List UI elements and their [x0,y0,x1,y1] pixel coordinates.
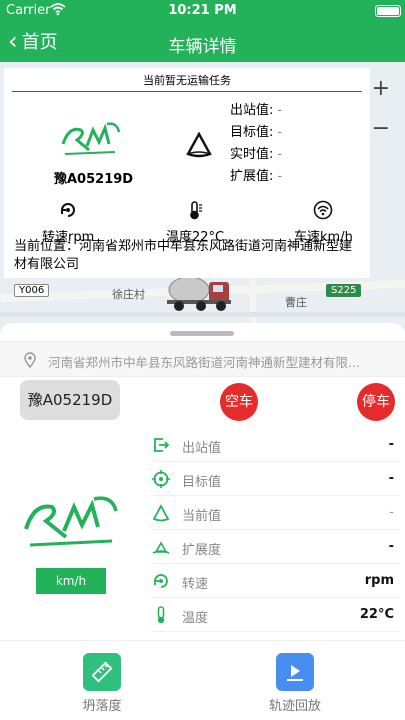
page-title: 车辆详情 [168,37,237,57]
row-label: 扩展度 [182,543,222,558]
value-text: - [277,125,283,140]
slump-cone-icon [152,504,170,526]
row-label: 转速 [182,577,209,592]
row-label: 目标值 [182,475,222,490]
road-sign-y006: Y006 [14,284,50,297]
vehicle-info-window: 当前暂无运输任务 豫A05219D 出站值: - 目标值: - 实时值: - 扩展值:… [4,68,370,278]
company-logo-icon [20,493,120,557]
address-text: 河南省郑州市中牟县东风路街道河南神通新型建材有限... [48,355,360,370]
row-value: - [388,437,394,452]
value-row: 扩展值: - [230,166,282,188]
target-icon [152,470,170,492]
value-label: 实时值: [230,147,274,162]
map-label-village: 徐庄村 [112,288,145,301]
address-bar: 河南省郑州市中牟县东风路街道河南神通新型建材有限... [0,341,405,377]
speed-signal-icon [294,200,353,224]
value-row: 目标值: - [230,122,282,144]
task-status: 当前暂无运输任务 [12,72,362,92]
rotation-icon [152,572,170,594]
row-current: 当前值 - [150,496,400,530]
plate-number: 豫A05219D [54,172,134,187]
map-label-village: 曹庄 [285,296,307,309]
value-row: 实时值: - [230,144,282,166]
row-temperature: 温度 22°C [150,598,400,632]
value-list: 出站值: - 目标值: - 实时值: - 扩展值: - [230,100,282,188]
current-location: 当前位置：河南省郑州市中牟县东风路街道河南神通新型建材有限公司 [14,239,353,272]
slump-label: 坍落度 [82,699,122,714]
playback-icon [276,653,314,691]
zoom-in-button[interactable]: + [372,76,390,101]
bottom-actions: 坍落度 轨迹回放 [0,640,405,720]
plate-button[interactable]: 豫A05219D [20,380,120,420]
thermometer-icon [166,200,224,224]
status-bar: Carrier 10:21 PM [0,0,405,22]
row-rotation: 转速 rpm [150,564,400,598]
row-value: - [388,539,394,554]
slump-cone-icon [186,131,212,162]
value-text: - [277,169,283,184]
slump-button[interactable]: 坍落度 [52,653,152,714]
speed-unit-tag: km/h [36,568,106,594]
row-label: 当前值 [182,509,222,524]
clock: 10:21 PM [168,3,237,18]
value-label: 目标值: [230,125,274,140]
row-label: 出站值 [182,441,222,456]
vehicle-detail-sheet: 河南省郑州市中牟县东风路街道河南神通新型建材有限... 豫A05219D 空车 … [0,323,405,720]
row-label: 温度 [182,611,209,626]
value-label: 扩展值: [230,169,274,184]
row-outbound: 出站值 - [150,428,400,462]
thermometer-icon [152,606,170,628]
zoom-out-button[interactable]: − [372,116,390,141]
exit-icon [152,436,170,458]
value-text: - [277,103,283,118]
road-sign-s225: S225 [326,284,362,297]
spread-icon [152,538,170,560]
location-pin-icon [24,352,36,372]
row-value: - [388,471,394,486]
vehicle-marker-icon[interactable] [165,272,235,316]
ruler-icon [83,653,121,691]
value-rows: 出站值 - 目标值 - 当前值 - 扩展度 - 转速 rpm 温度 22°C [150,428,400,632]
value-label: 出站值: [230,103,274,118]
stop-button[interactable]: 停车 [357,383,395,421]
value-text: - [277,147,283,162]
row-value: rpm [364,573,394,588]
value-row: 出站值: - [230,100,282,122]
rotation-icon [42,200,94,224]
nav-bar: ‹ 首页 车辆详情 [0,22,405,62]
row-value: 22°C [359,607,394,622]
battery-icon [375,5,401,17]
sheet-drag-handle[interactable] [170,331,234,336]
row-value: - [389,505,394,520]
empty-vehicle-button[interactable]: 空车 [220,383,258,421]
company-logo-icon [59,120,121,164]
track-playback-button[interactable]: 轨迹回放 [245,653,345,714]
track-playback-label: 轨迹回放 [268,699,321,714]
row-target: 目标值 - [150,462,400,496]
row-spread: 扩展度 - [150,530,400,564]
